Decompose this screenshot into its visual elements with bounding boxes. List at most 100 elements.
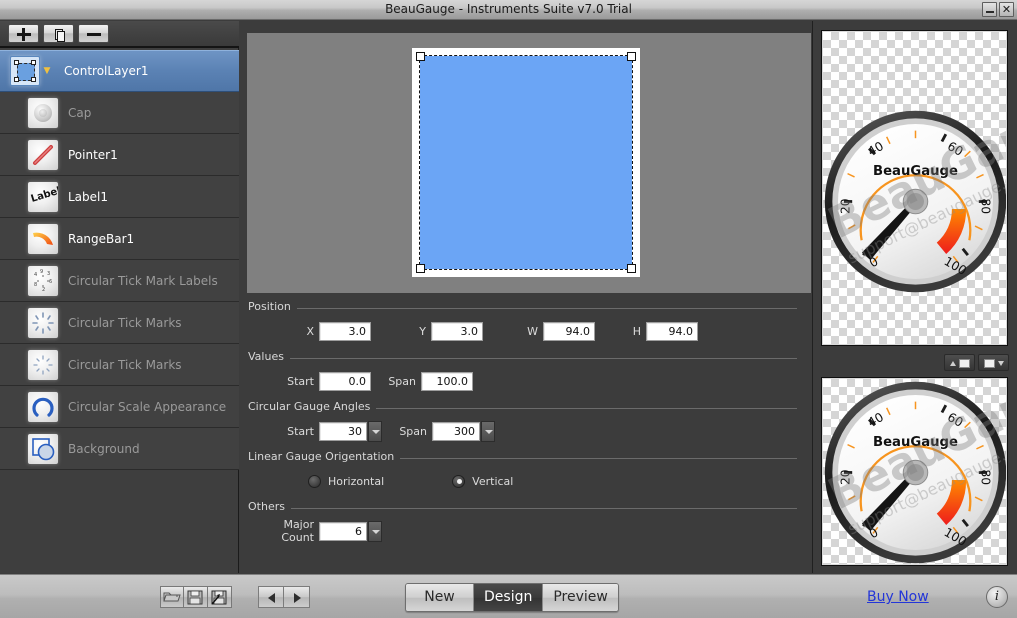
sidebar-item-label: Cap — [68, 105, 92, 120]
properties-panel: Position X 3.0 Y 3.0 W 94.0 H 94.0 Value… — [240, 294, 811, 573]
tick-marks-icon — [28, 349, 58, 380]
h-input[interactable]: 94.0 — [646, 321, 698, 341]
next-button[interactable] — [284, 586, 310, 608]
tick-mark-labels-icon: 93 6 28 4 — [28, 265, 58, 296]
sidebar-item-circular-tick-mark-labels[interactable]: 93 6 28 4 Circular Tick Mark Labels — [0, 260, 239, 302]
previous-button[interactable] — [258, 586, 284, 608]
tab-new[interactable]: New — [406, 584, 474, 611]
save-button[interactable] — [184, 586, 208, 608]
w-input[interactable]: 94.0 — [543, 321, 595, 341]
resize-handle-top-right[interactable] — [627, 52, 636, 61]
sidebar-item-label: Circular Tick Mark Labels — [68, 273, 218, 288]
svg-text:4: 4 — [34, 272, 37, 278]
plus-icon-vertical — [22, 28, 25, 41]
svg-text:Label: Label — [30, 185, 58, 204]
preview-layout-single-button[interactable] — [978, 354, 1009, 371]
field-label-angle-span: Span — [399, 424, 427, 438]
radio-dot-vertical — [452, 474, 466, 488]
section-divider — [248, 308, 797, 309]
window-title: BeauGauge - Instruments Suite v7.0 Trial — [385, 2, 632, 16]
radio-horizontal[interactable]: Horizontal — [308, 474, 385, 488]
sidebar-item-label: Circular Scale Appearance — [68, 399, 227, 414]
y-input[interactable]: 3.0 — [431, 321, 483, 341]
tab-preview[interactable]: Preview — [543, 584, 618, 611]
angle-start-dropdown[interactable] — [368, 420, 382, 442]
resize-handle-top-left[interactable] — [416, 52, 425, 61]
field-label-w: W — [527, 324, 538, 338]
svg-text:8: 8 — [34, 282, 37, 288]
resize-handle-bottom-right[interactable] — [627, 264, 636, 273]
minimize-button[interactable] — [982, 2, 997, 17]
gauge-svg: BeauGauge 0 20 40 60 80 100 BeauGauge su… — [823, 379, 1006, 564]
sidebar-item-circular-tick-marks-1[interactable]: Circular Tick Marks — [0, 302, 239, 344]
orientation-radios: Horizontal Vertical — [240, 468, 811, 494]
sidebar-item-label: RangeBar1 — [68, 231, 135, 246]
section-divider — [248, 508, 797, 509]
major-count-input[interactable]: 6 — [319, 521, 367, 541]
sidebar-item-controllayer1[interactable]: ▼ ControlLayer1 — [0, 50, 239, 92]
sidebar-item-cap[interactable]: Cap — [0, 92, 239, 134]
field-label-angle-start: Start — [287, 424, 314, 438]
svg-text:9: 9 — [40, 269, 43, 275]
others-fields: Major Count 6 — [240, 518, 811, 544]
sidebar-item-label: Pointer1 — [68, 147, 118, 162]
sidebar-item-circular-tick-marks-2[interactable]: Circular Tick Marks — [0, 344, 239, 386]
radio-label-horizontal: Horizontal — [328, 474, 385, 488]
resize-handle-bottom-left[interactable] — [416, 264, 425, 273]
sidebar-item-pointer1[interactable]: Pointer1 — [0, 134, 239, 176]
info-button[interactable]: i — [986, 586, 1008, 608]
field-label-h: H — [632, 324, 641, 338]
major-count-dropdown[interactable] — [368, 520, 382, 542]
sidebar-item-label1[interactable]: Label Label1 — [0, 176, 239, 218]
chevron-down-icon[interactable]: ▼ — [40, 66, 54, 76]
remove-layer-button[interactable] — [78, 24, 109, 43]
file-buttons — [160, 586, 232, 608]
tick-marks-icon — [28, 307, 58, 338]
gauge-preview-small[interactable]: BeauGauge 0 20 40 60 80 100 BeauGauge su… — [821, 377, 1008, 566]
svg-text:2: 2 — [42, 287, 45, 293]
buy-now-link[interactable]: Buy Now — [867, 589, 929, 605]
radio-vertical[interactable]: Vertical — [452, 474, 513, 488]
panel-divider — [812, 21, 813, 573]
save-as-button[interactable] — [208, 586, 232, 608]
copy-icon-front — [57, 31, 65, 42]
angle-span-dropdown[interactable] — [481, 420, 495, 442]
tab-design[interactable]: Design — [474, 584, 544, 611]
open-button[interactable] — [160, 586, 184, 608]
sidebar-item-rangebar1[interactable]: RangeBar1 — [0, 218, 239, 260]
rangebar-icon — [28, 223, 58, 254]
scale-appearance-icon — [28, 391, 58, 422]
svg-text:6: 6 — [49, 279, 52, 285]
sidebar-item-label: Circular Tick Marks — [68, 357, 182, 372]
close-button[interactable]: ✕ — [999, 2, 1014, 17]
selected-object[interactable] — [419, 55, 633, 270]
values-start-input[interactable]: 0.0 — [319, 371, 371, 391]
arrow-left-icon — [268, 593, 275, 603]
section-title: Values — [248, 350, 290, 363]
duplicate-layer-button[interactable] — [43, 24, 74, 43]
values-span-input[interactable]: 100.0 — [421, 371, 473, 391]
add-layer-button[interactable] — [8, 24, 39, 43]
angle-start-input[interactable]: 30 — [319, 421, 367, 441]
minus-icon — [87, 33, 101, 36]
layer-list[interactable]: ▼ ControlLayer1 Cap Pointer1 Label Label… — [0, 50, 239, 573]
selected-object-wrapper[interactable] — [412, 48, 640, 277]
design-canvas[interactable] — [247, 33, 811, 293]
sidebar-item-label: Circular Tick Marks — [68, 315, 182, 330]
window-controls: ✕ — [982, 2, 1014, 17]
section-position: Position — [240, 300, 811, 318]
position-fields: X 3.0 Y 3.0 W 94.0 H 94.0 — [240, 318, 811, 344]
sidebar-item-circular-scale-appearance[interactable]: Circular Scale Appearance — [0, 386, 239, 428]
sidebar-item-background[interactable]: Background — [0, 428, 239, 470]
x-input[interactable]: 3.0 — [319, 321, 371, 341]
background-icon — [28, 433, 58, 464]
gauge-preview-large[interactable]: BeauGauge 0 20 40 60 80 100 BeauGauge su… — [821, 30, 1008, 346]
field-label-y: Y — [419, 324, 426, 338]
nav-buttons — [258, 586, 310, 608]
angle-span-input[interactable]: 300 — [432, 421, 480, 441]
preview-layout-stacked-button[interactable] — [944, 354, 975, 371]
section-values: Values — [240, 350, 811, 368]
section-circular-gauge-angles: Circular Gauge Angles — [240, 400, 811, 418]
svg-text:3: 3 — [47, 271, 50, 277]
gauge-render-large: BeauGauge 0 20 40 60 80 100 BeauGauge su… — [823, 82, 1006, 296]
